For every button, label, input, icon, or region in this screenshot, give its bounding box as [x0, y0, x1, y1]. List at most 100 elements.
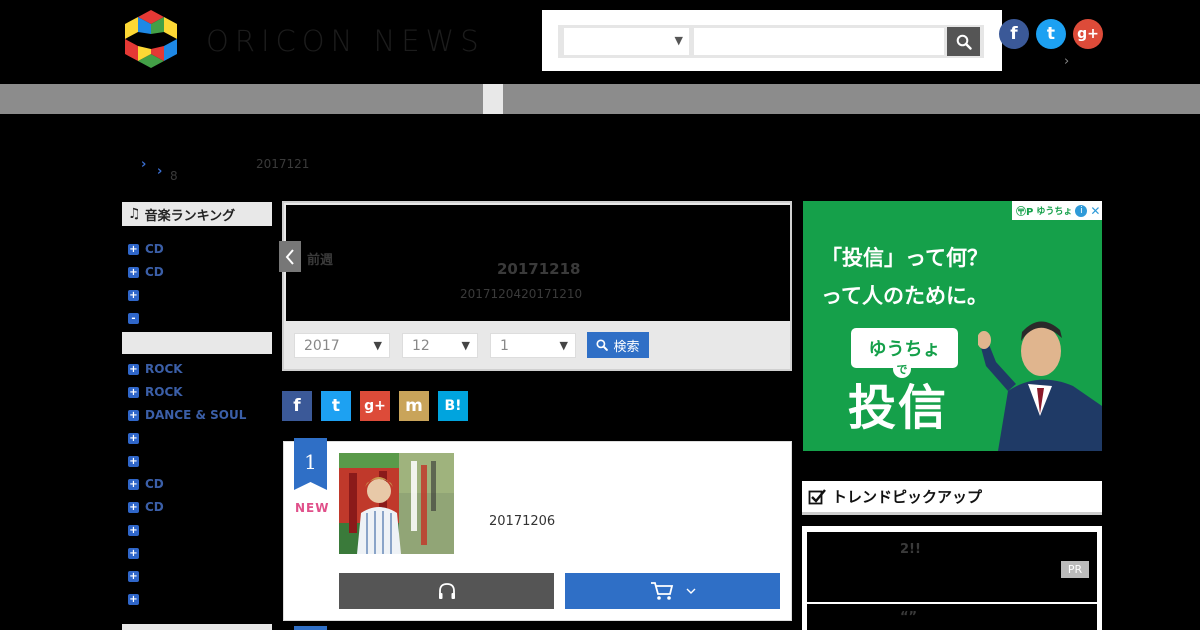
expand-icon: +	[128, 547, 139, 559]
header-search: ▼	[542, 10, 1002, 71]
expand-icon: +	[128, 501, 139, 513]
release-date: 20171206	[489, 514, 556, 529]
logo-text[interactable]: ORICON NEWS	[206, 24, 485, 58]
ad-brand: ゆうちょ	[1036, 207, 1073, 217]
search-input[interactable]	[694, 28, 944, 55]
share-google-plus-button[interactable]: g+	[360, 391, 390, 421]
sidebar-item[interactable]: +	[128, 521, 145, 539]
sidebar-item[interactable]: +	[128, 590, 145, 608]
breadcrumb-chevron-icon: ›	[157, 164, 163, 179]
expand-icon: +	[128, 432, 139, 444]
prev-week-button[interactable]	[279, 241, 301, 272]
sidebar-item[interactable]: + CD	[128, 263, 164, 281]
breadcrumb-item[interactable]: 8	[170, 169, 178, 183]
week-select[interactable]: 1 ▼	[490, 333, 576, 358]
global-nav	[0, 84, 1200, 114]
sidebar-item-label: ROCK	[145, 385, 183, 399]
headphones-icon	[438, 583, 455, 599]
week-value: 1	[500, 337, 509, 354]
share-twitter-button[interactable]: t	[321, 391, 351, 421]
expand-icon: +	[128, 243, 139, 255]
ad-banner[interactable]: 〶P ゆうちょ i ✕ 「投信」って何？ って人のために。 ゆうちょ で 投信	[803, 201, 1102, 451]
expand-icon: +	[128, 455, 139, 467]
sidebar-heading-label: 音楽ランキング	[144, 208, 236, 224]
sidebar-item[interactable]: +	[128, 429, 145, 447]
search-button[interactable]	[947, 27, 980, 56]
sidebar-item[interactable]: + ROCK	[128, 383, 183, 401]
ad-person-image	[978, 321, 1102, 451]
sidebar-item[interactable]: +	[128, 286, 145, 304]
sidebar-item[interactable]: +	[128, 544, 145, 562]
listen-button[interactable]	[339, 573, 554, 609]
sidebar-item[interactable]: + CD	[128, 240, 164, 258]
share-hatena-button[interactable]: B!	[438, 391, 468, 421]
expand-icon: +	[128, 570, 139, 582]
search-bar: ▼	[558, 25, 984, 58]
trend-item[interactable]	[807, 604, 1097, 630]
music-note-icon: ♫	[128, 206, 141, 222]
sidebar-item[interactable]: -	[128, 309, 145, 327]
sidebar-item[interactable]: + CD	[128, 498, 164, 516]
sidebar-divider	[122, 624, 272, 630]
month-value: 12	[412, 337, 430, 354]
expand-icon: +	[128, 478, 139, 490]
expand-icon: +	[128, 409, 139, 421]
sidebar-item[interactable]: +	[128, 567, 145, 585]
album-jacket-image[interactable]	[339, 453, 454, 554]
close-icon[interactable]: ✕	[1090, 204, 1100, 218]
ad-choices-bar[interactable]: 〶P ゆうちょ i ✕	[1012, 201, 1102, 220]
share-mixi-button[interactable]: m	[399, 391, 429, 421]
trend-item-title[interactable]: “”	[900, 610, 917, 625]
sidebar-item[interactable]: + ROCK	[128, 360, 183, 378]
ad-headline-line2: って人のために。	[821, 283, 988, 308]
new-badge: NEW	[295, 501, 330, 515]
nav-item-active[interactable]	[483, 84, 503, 114]
sidebar-item-label: CD	[145, 242, 164, 256]
ad-info-icon[interactable]: i	[1075, 204, 1088, 217]
sidebar-item-label: CD	[145, 477, 164, 491]
ad-big-text: 投信	[848, 380, 949, 436]
facebook-icon[interactable]: f	[999, 19, 1029, 49]
sidebar-item-label: CD	[145, 500, 164, 514]
sidebar-item-label: ROCK	[145, 362, 183, 376]
breadcrumb-chevron-icon: ›	[141, 157, 147, 172]
cart-icon	[650, 582, 673, 600]
pr-badge: PR	[1061, 561, 1089, 578]
buy-button[interactable]	[565, 573, 780, 609]
oricon-logo-icon[interactable]	[121, 9, 181, 75]
rank-flag	[294, 626, 327, 630]
expand-icon: +	[128, 524, 139, 536]
year-select[interactable]: 2017 ▼	[294, 333, 390, 358]
month-select[interactable]: 12 ▼	[402, 333, 478, 358]
sidebar-divider	[122, 332, 272, 354]
expand-icon: +	[128, 289, 139, 301]
twitter-icon[interactable]: t	[1036, 19, 1066, 49]
sidebar-item[interactable]: + DANCE & SOUL	[128, 406, 246, 424]
trend-item-title[interactable]: 2!!	[900, 542, 921, 557]
trend-pickup-label: トレンドピックアップ	[832, 488, 983, 506]
sidebar-item[interactable]: +	[128, 452, 145, 470]
chevron-down-icon	[686, 588, 695, 594]
trend-item[interactable]	[807, 532, 1097, 602]
week-search-label: 検索	[613, 339, 640, 355]
ad-headline: 「投信」って何？ って人のために。	[821, 239, 988, 315]
search-category-select[interactable]: ▼	[564, 28, 689, 55]
page: ORICON NEWS ▼ ftg+ › › › 8 2017121 ♫ 音	[0, 0, 1200, 630]
chevron-right-icon[interactable]: ›	[1064, 54, 1069, 69]
breadcrumb-date: 2017121	[256, 157, 310, 171]
search-icon	[956, 34, 972, 50]
rank-number: 1	[304, 450, 317, 474]
sidebar-item[interactable]: + CD	[128, 475, 164, 493]
collapse-icon: -	[128, 312, 139, 324]
google-plus-icon[interactable]: g+	[1073, 19, 1103, 49]
week-search-button[interactable]: 検索	[587, 332, 649, 358]
checkbox-icon	[808, 488, 826, 504]
expand-icon: +	[128, 593, 139, 605]
trend-pickup-heading: トレンドピックアップ	[802, 481, 1102, 515]
year-value: 2017	[304, 337, 340, 354]
dropdown-arrow-icon: ▼	[461, 339, 470, 352]
prev-week-label[interactable]: 前週	[307, 249, 333, 268]
expand-icon: +	[128, 266, 139, 278]
share-facebook-button[interactable]: f	[282, 391, 312, 421]
sidebar-item-label: DANCE & SOUL	[145, 408, 247, 422]
